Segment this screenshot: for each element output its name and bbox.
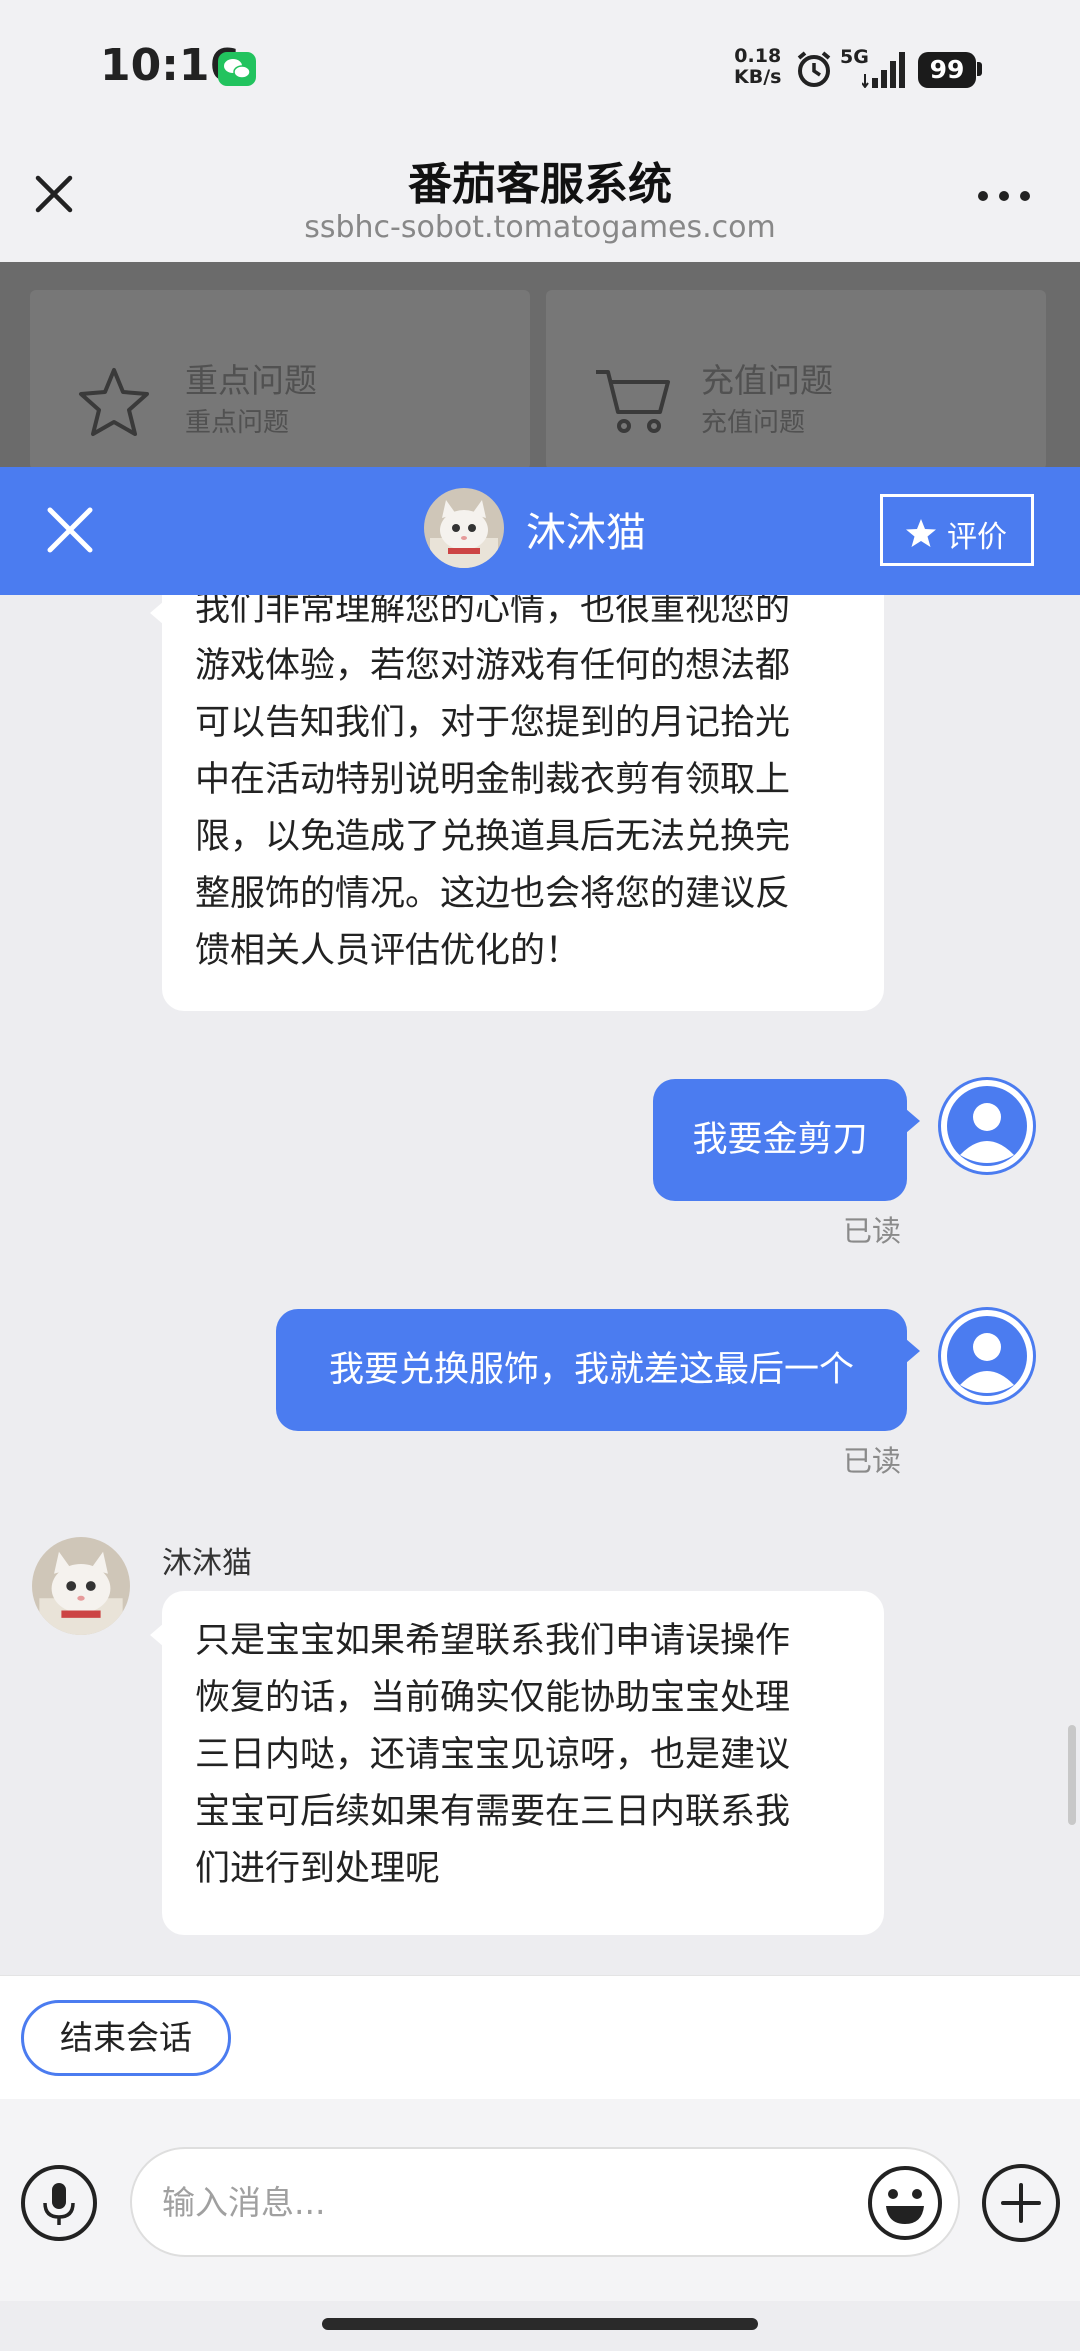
tile-sublabel: 充值问题 [701,408,806,438]
cart-icon [596,370,670,433]
end-session-button[interactable]: 结束会话 [21,2000,231,2076]
close-chat-icon[interactable] [40,500,100,560]
message-text: 我要金剪刀 [692,1120,868,1160]
agent-name: 沐沐猫 [526,510,646,556]
microphone-icon [43,2183,75,2225]
message-input[interactable] [130,2147,960,2257]
message-line: 宝宝可后续如果有需要在三日内联系我 [195,1792,791,1832]
agent-avatar [32,1537,130,1635]
battery-icon: 99 [918,52,976,88]
plus-icon [1001,2183,1041,2223]
message-line: 恢复的话，当前确实仅能协助宝宝处理 [195,1678,791,1718]
quick-tile-recharge: 充值问题 充值问题 [546,290,1046,470]
rate-label: 评价 [947,520,1007,555]
battery-tip [977,62,982,76]
message-line: 可以告知我们，对于您提到的月记拾光 [195,703,791,743]
net-speed: 0.18 KB/s [734,45,782,88]
message-line: 游戏体验，若您对游戏有任何的想法都 [195,646,791,686]
message-line: 我们非常理解您的心情，也很重视您的 [195,595,791,629]
agent-message-bubble: 我们非常理解您的心情，也很重视您的 游戏体验，若您对游戏有任何的想法都 可以告知… [150,595,884,1011]
star-icon [79,368,149,436]
message-line: 整服饰的情况。这边也会将您的建议反 [195,874,791,914]
rate-button[interactable]: 评价 [880,494,1034,566]
scrollbar-thumb[interactable] [1068,1725,1076,1825]
wechat-icon [218,52,256,86]
user-message-bubble: 我要兑换服饰，我就差这最后一个 [276,1309,920,1431]
user-avatar [938,1307,1036,1405]
sender-name: 沐沐猫 [162,1546,252,1581]
message-text: 我要兑换服饰，我就差这最后一个 [328,1350,854,1390]
emoji-button[interactable] [866,2164,944,2242]
more-options-icon[interactable] [975,180,1033,212]
page-title: 番茄客服系统 [408,159,672,210]
read-status: 已读 [843,1214,902,1248]
emoji-icon [868,2166,942,2240]
signal-icon [861,52,906,92]
alarm-icon [795,50,833,92]
user-message-bubble: 我要金剪刀 [653,1079,920,1201]
message-line: 馈相关人员评估优化的！ [195,931,581,971]
home-indicator[interactable] [322,2318,758,2330]
message-line: 三日内哒，还请宝宝见谅呀，也是建议 [195,1735,791,1775]
tile-label: 充值问题 [701,361,833,400]
message-line: 们进行到处理呢 [195,1849,441,1889]
chat-message-list[interactable]: 我们非常理解您的心情，也很重视您的 游戏体验，若您对游戏有任何的想法都 可以告知… [0,595,1080,1975]
message-line: 中在活动特别说明金制裁衣剪有领取上 [195,760,791,800]
page-url: ssbhc-sobot.tomatogames.com [304,210,776,245]
agent-message-bubble: 只是宝宝如果希望联系我们申请误操作 恢复的话，当前确实仅能协助宝宝处理 三日内哒… [150,1591,884,1935]
agent-avatar [424,488,504,568]
star-icon [906,519,936,547]
message-line: 限，以免造成了兑换道具后无法兑换完 [195,817,791,857]
user-avatar [938,1077,1036,1175]
tile-label: 重点问题 [185,361,317,400]
read-status: 已读 [843,1444,902,1478]
message-line: 只是宝宝如果希望联系我们申请误操作 [195,1621,791,1661]
more-actions-button[interactable] [982,2164,1060,2242]
tile-sublabel: 重点问题 [185,408,290,438]
voice-input-button[interactable] [21,2165,97,2241]
quick-tile-key-issues: 重点问题 重点问题 [30,290,530,470]
